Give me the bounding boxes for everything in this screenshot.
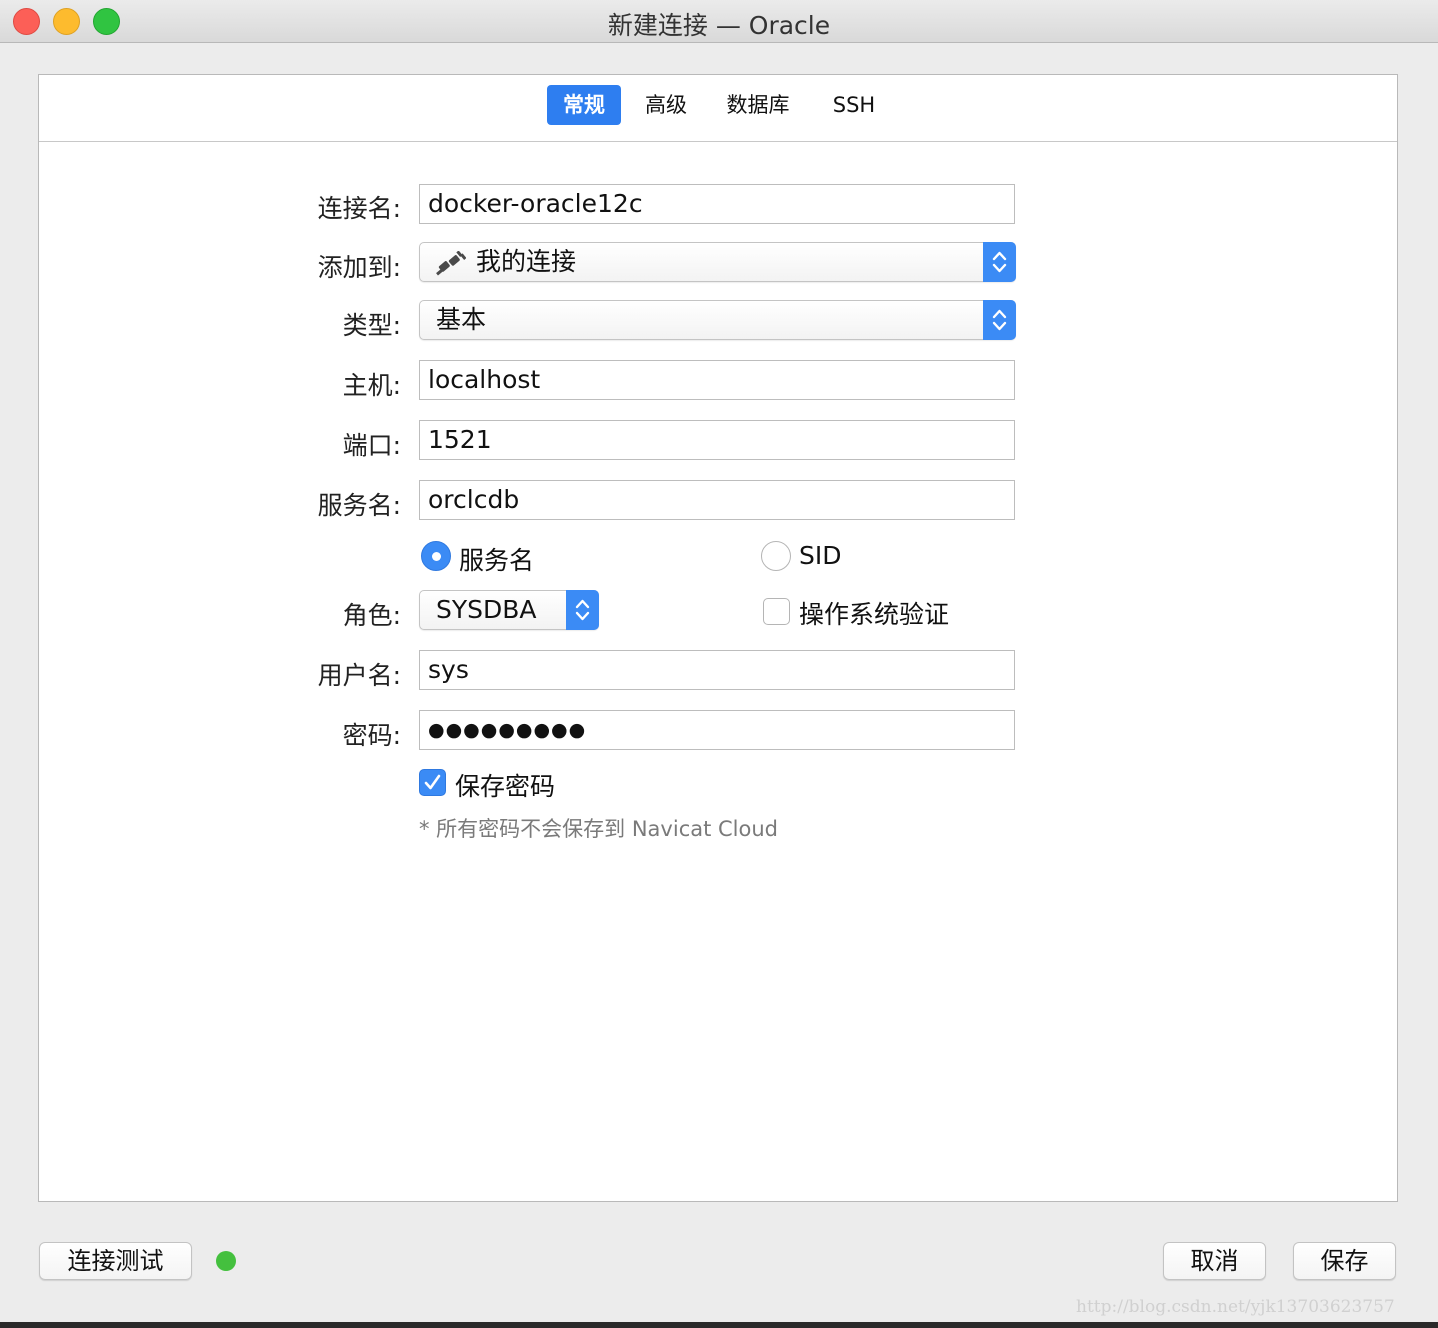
host-input[interactable]: localhost [419, 360, 1015, 400]
tab-bar: 常规 高级 数据库 SSH [39, 75, 1397, 142]
add-to-select[interactable]: 我的连接 [419, 242, 1016, 282]
chevron-updown-icon [983, 300, 1016, 340]
username-label: 用户名: [317, 661, 401, 690]
title-bar: 新建连接 — Oracle [0, 0, 1438, 43]
save-password-checkbox[interactable] [419, 769, 446, 796]
sid-radio[interactable] [761, 541, 791, 571]
service-name-label: 服务名: [317, 491, 401, 520]
tab-advanced[interactable]: 高级 [633, 85, 699, 125]
os-auth-label: 操作系统验证 [799, 600, 950, 629]
port-input[interactable]: 1521 [419, 420, 1015, 460]
window-title: 新建连接 — Oracle [607, 11, 831, 40]
add-to-label: 添加到: [317, 253, 401, 282]
port-label: 端口: [342, 431, 401, 460]
test-connection-button[interactable]: 连接测试 [39, 1242, 192, 1280]
username-input[interactable]: sys [419, 650, 1015, 690]
plug-icon [436, 250, 467, 288]
tab-ssh[interactable]: SSH [821, 85, 887, 125]
cloud-note: * 所有密码不会保存到 Navicat Cloud [419, 817, 778, 841]
chevron-updown-icon [566, 590, 599, 630]
cancel-button[interactable]: 取消 [1163, 1242, 1266, 1280]
connection-name-label: 连接名: [317, 194, 401, 223]
role-select[interactable]: SYSDBA [419, 590, 599, 630]
password-input[interactable]: ●●●●●●●●● [419, 710, 1015, 750]
type-select[interactable]: 基本 [419, 300, 1016, 340]
tab-general[interactable]: 常规 [547, 85, 621, 125]
tab-database[interactable]: 数据库 [715, 85, 801, 125]
status-indicator [216, 1251, 236, 1271]
service-name-input[interactable]: orclcdb [419, 480, 1015, 520]
role-label: 角色: [342, 601, 401, 630]
sid-radio-label: SID [799, 541, 842, 570]
os-auth-checkbox[interactable] [763, 598, 790, 625]
connection-name-input[interactable]: docker-oracle12c [419, 184, 1015, 224]
settings-panel: 常规 高级 数据库 SSH 连接名: docker-oracle12c 添加到:… [38, 74, 1398, 1202]
role-value: SYSDBA [436, 595, 537, 624]
host-label: 主机: [342, 371, 401, 400]
save-button[interactable]: 保存 [1293, 1242, 1396, 1280]
watermark: http://blog.csdn.net/yjk13703623757 [1076, 1297, 1395, 1317]
type-label: 类型: [342, 311, 401, 340]
chevron-updown-icon [983, 242, 1016, 282]
service-name-radio[interactable] [421, 541, 451, 571]
password-label: 密码: [342, 721, 401, 750]
service-name-radio-label: 服务名 [459, 546, 535, 575]
add-to-value: 我的连接 [476, 247, 577, 276]
save-password-label: 保存密码 [455, 772, 556, 801]
background-strip [0, 1322, 1438, 1328]
checkmark-icon [424, 774, 441, 790]
type-value: 基本 [436, 305, 487, 334]
